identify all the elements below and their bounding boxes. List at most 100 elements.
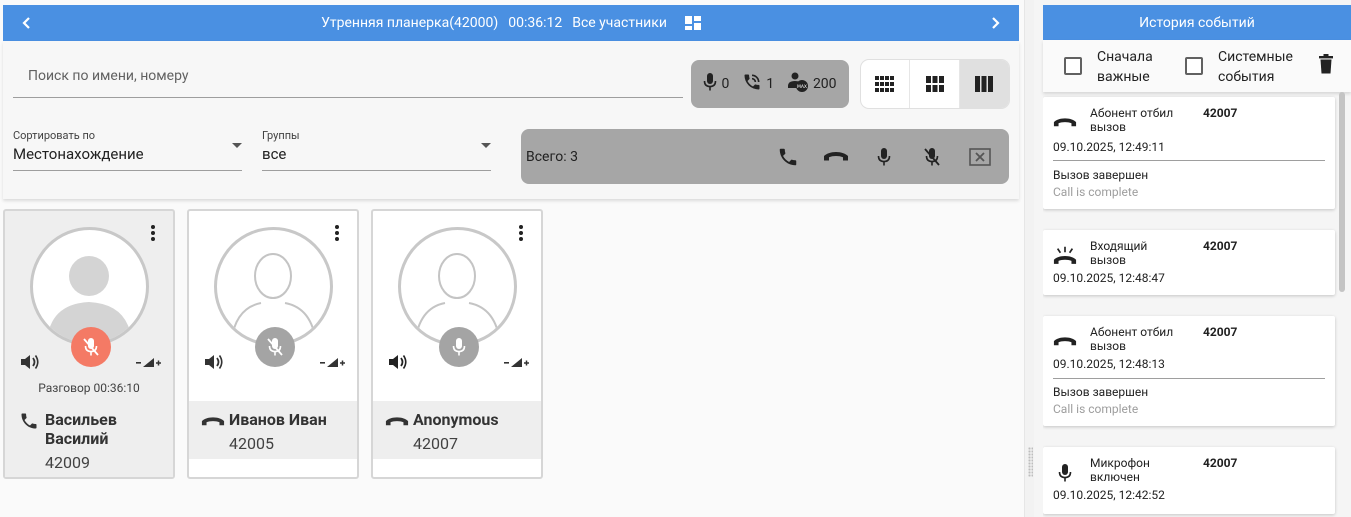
calls-stat: 1 [742,72,774,96]
pane-splitter[interactable] [1024,0,1034,517]
system-events-label-line1: Системные [1218,49,1293,65]
volume-icon[interactable] [387,351,409,373]
svg-text:MAX: MAX [797,84,807,90]
event-title-line2: вызов [1090,253,1126,267]
participants-pane: Утренняя планерка(42000) 00:36:12 Все уч… [0,0,1024,517]
participant-card[interactable]: Иванов Иван 42005 [187,209,359,479]
drag-handle-icon[interactable] [1028,447,1033,477]
mic-muted-button[interactable] [71,327,111,367]
participant-name-line2: Василий [45,429,109,448]
mute-all-button[interactable] [908,133,956,181]
events-header: История событий [1043,5,1351,40]
event-status-sub: Call is complete [1053,402,1139,416]
more-vert-icon[interactable] [143,221,163,245]
controls-panel: 0 1 MAX 200 [3,41,1019,199]
more-vert-icon[interactable] [327,221,347,245]
participant-name: Васильев Василий [45,410,117,448]
remove-all-button[interactable] [956,133,1004,181]
signal-level-icon[interactable] [319,355,347,369]
event-title-line2: включен [1090,470,1140,484]
grid-large-view-button[interactable] [959,60,1009,108]
signal-level-icon[interactable] [503,355,531,369]
unmute-all-button[interactable] [860,133,908,181]
event-title-line1: Микрофон [1090,456,1150,470]
participants-filter-label[interactable]: Все участники [572,15,667,31]
system-events-label[interactable]: Системные события [1218,47,1293,87]
group-actions-bar: Всего: 3 [521,129,1009,184]
event-item[interactable]: Абонент отбил вызов 42007 09.10.2025, 12… [1043,97,1335,209]
event-status: Вызов завершен [1053,168,1149,182]
sort-label: Сортировать по [13,129,96,142]
participant-info: Васильев Василий 42009 [5,401,173,477]
event-title-line1: Входящий [1090,239,1148,253]
signal-level-icon[interactable] [135,355,163,369]
event-status: Вызов завершен [1053,385,1149,399]
ringing-phone-icon [1053,244,1077,268]
participant-name-line1: Васильев [45,410,117,429]
phone-in-talk-icon [742,72,762,96]
events-scrollbar[interactable] [1339,92,1345,292]
sort-select[interactable]: Сортировать по Местонахождение [13,129,242,171]
more-vert-icon[interactable] [511,221,531,245]
participant-card[interactable]: Anonymous 42007 [371,209,543,479]
participant-name: Иванов Иван [229,410,327,429]
event-item[interactable]: Входящий вызов 42007 09.10.2025, 12:48:4… [1043,230,1335,295]
chevron-left-icon[interactable] [9,5,45,41]
event-title-line1: Абонент отбил [1090,106,1174,120]
system-events-label-line2: события [1218,69,1275,85]
conference-app: Утренняя планерка(42000) 00:36:12 Все уч… [0,0,1351,517]
search-input[interactable] [13,53,683,97]
event-title-line2: вызов [1090,339,1126,353]
chevron-right-icon[interactable] [977,5,1013,41]
participant-info: Anonymous 42007 [373,401,541,459]
important-first-label[interactable]: Сначала важные [1097,47,1153,87]
volume-icon[interactable] [203,351,225,373]
important-first-label-line2: важные [1097,69,1150,85]
grid-small-view-button[interactable] [861,60,911,108]
microphone-icon [1053,461,1077,485]
event-number: 42007 [1203,325,1238,339]
participant-number: 42007 [413,434,458,453]
event-title-line2: вызов [1090,120,1126,134]
dashboard-layout-icon[interactable] [684,16,701,30]
mic-on-button[interactable] [439,327,479,367]
event-title: Абонент отбил вызов [1090,325,1190,353]
hangup-all-button[interactable] [812,133,860,181]
events-options: Сначала важные Системные события [1043,40,1351,92]
event-number: 42007 [1203,456,1238,470]
dropdown-caret-icon [481,143,491,148]
participant-number: 42009 [45,453,90,472]
event-datetime: 09.10.2025, 12:48:13 [1053,357,1165,371]
participant-card[interactable]: Разговор 00:36:10 Васильев Василий 42009 [3,209,175,479]
conference-header: Утренняя планерка(42000) 00:36:12 Все уч… [3,5,1019,41]
search-field [13,53,683,98]
call-end-icon [1053,330,1077,354]
event-datetime: 09.10.2025, 12:42:52 [1053,488,1165,502]
conference-name: Утренняя планерка(42000) [321,15,499,31]
call-end-icon [385,410,409,434]
max-stat: MAX 200 [787,71,837,97]
event-title: Абонент отбил вызов [1090,106,1190,134]
grid-medium-view-button[interactable] [910,60,960,108]
event-title: Входящий вызов [1090,239,1190,267]
system-events-checkbox[interactable] [1185,57,1203,75]
important-first-checkbox[interactable] [1064,57,1082,75]
event-title: Микрофон включен [1090,456,1190,484]
conference-stats: 0 1 MAX 200 [691,60,849,108]
event-item[interactable]: Микрофон включен 42007 09.10.2025, 12:42… [1043,447,1335,514]
event-datetime: 09.10.2025, 12:48:47 [1053,271,1165,285]
trash-icon[interactable] [1315,52,1337,76]
mic-count: 0 [721,76,730,92]
event-item[interactable]: Абонент отбил вызов 42007 09.10.2025, 12… [1043,316,1335,426]
mic-stat: 0 [703,72,729,96]
view-mode-switcher [861,60,1009,108]
total-count: Всего: 3 [526,148,578,165]
event-divider [1053,160,1325,161]
groups-select[interactable]: Группы все [262,129,491,171]
volume-icon[interactable] [19,351,41,373]
event-datetime: 09.10.2025, 12:49:11 [1053,140,1165,154]
call-all-button[interactable] [764,133,812,181]
event-number: 42007 [1203,239,1238,253]
mic-muted-button[interactable] [255,327,295,367]
groups-label: Группы [262,129,300,142]
